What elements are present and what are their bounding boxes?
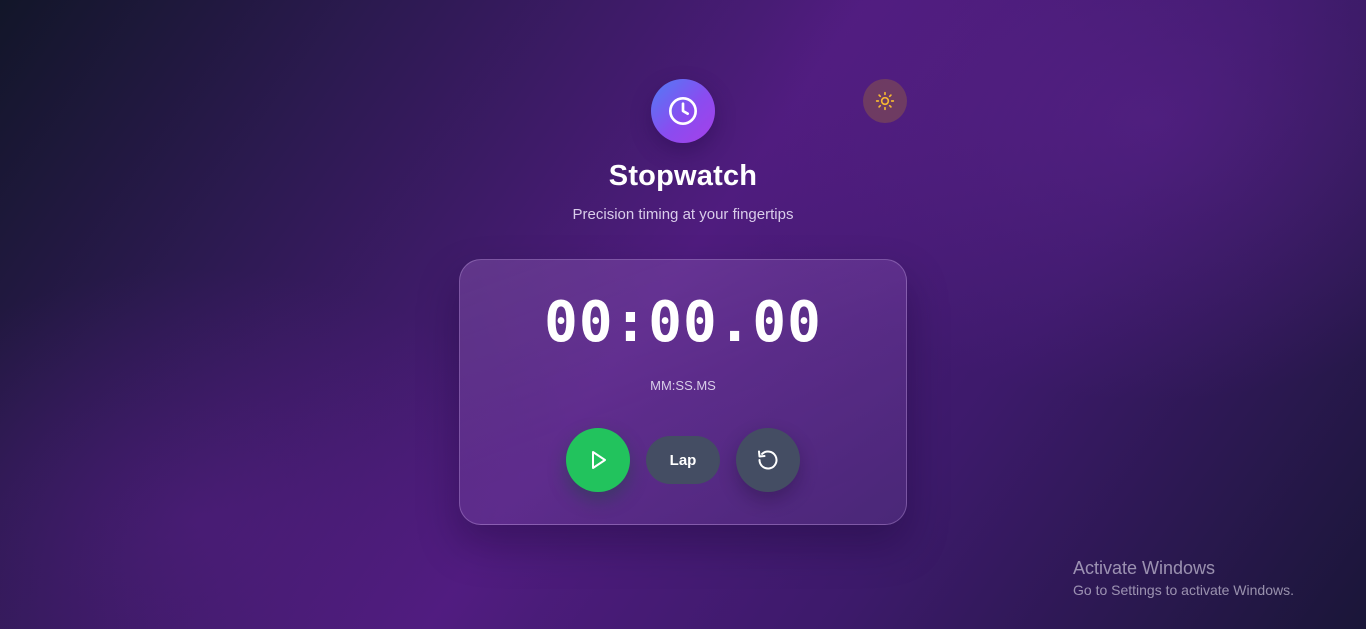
time-format-label: MM:SS.MS	[650, 378, 716, 393]
stopwatch-card: 00:00.00 MM:SS.MS Lap	[459, 259, 907, 525]
windows-activation-watermark: Activate Windows Go to Settings to activ…	[1073, 557, 1294, 600]
page-subtitle: Precision timing at your fingertips	[572, 206, 794, 223]
play-icon	[592, 451, 606, 469]
page-title: Stopwatch	[608, 160, 758, 192]
theme-toggle-button[interactable]	[863, 79, 907, 123]
reset-icon	[758, 450, 778, 470]
reset-button[interactable]	[736, 428, 800, 492]
watermark-title: Activate Windows	[1073, 558, 1216, 578]
stopwatch-logo	[651, 79, 715, 143]
time-display: 00:00.00	[544, 290, 822, 355]
watermark-subtitle: Go to Settings to activate Windows.	[1073, 582, 1294, 598]
sun-icon	[875, 91, 895, 111]
lap-button[interactable]: Lap	[646, 436, 720, 484]
clock-icon	[669, 97, 697, 125]
start-button[interactable]	[566, 428, 630, 492]
